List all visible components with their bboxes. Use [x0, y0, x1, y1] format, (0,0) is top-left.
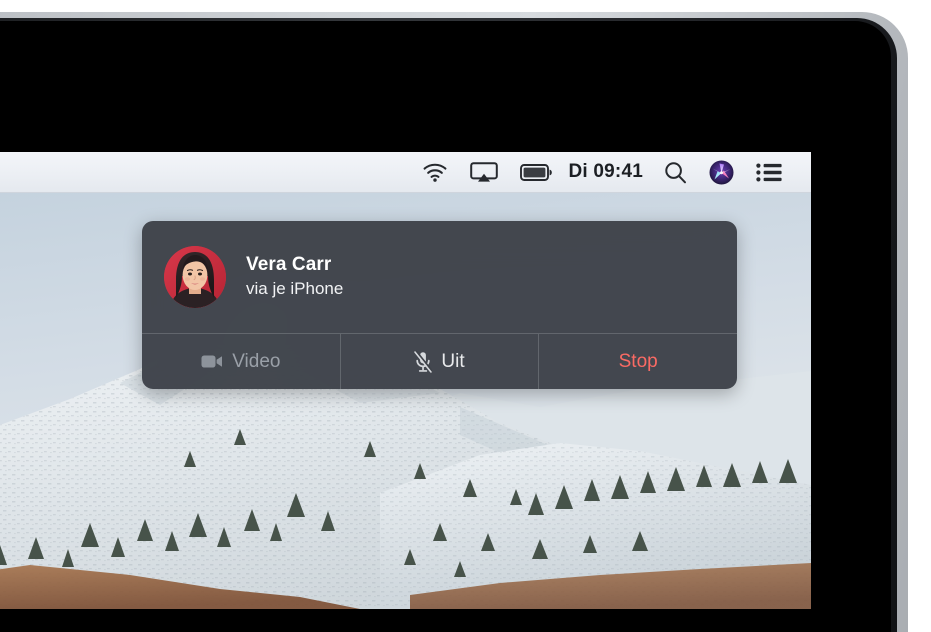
laptop-shell: Di 09:41 Vera Carr via je iPhone Video U…	[0, 0, 931, 632]
notification-center-icon[interactable]	[745, 152, 793, 193]
avatar	[164, 246, 226, 308]
microphone-muted-icon	[414, 350, 433, 373]
display-screen: Di 09:41 Vera Carr via je iPhone Video U…	[0, 152, 811, 609]
call-notification[interactable]: Vera Carr via je iPhone Video Uit Stop	[142, 221, 737, 389]
notification-header: Vera Carr via je iPhone	[142, 221, 737, 333]
mute-button[interactable]: Uit	[339, 334, 539, 389]
airplay-icon[interactable]	[459, 152, 509, 193]
video-camera-icon	[201, 354, 223, 369]
search-icon[interactable]	[653, 152, 698, 193]
mute-button-label: Uit	[441, 350, 465, 372]
notification-text: Vera Carr via je iPhone	[246, 253, 343, 302]
menu-bar: Di 09:41	[0, 152, 811, 193]
stop-button[interactable]: Stop	[538, 334, 737, 389]
caller-source: via je iPhone	[246, 279, 344, 299]
siri-icon[interactable]	[698, 152, 745, 193]
menu-bar-clock[interactable]: Di 09:41	[563, 152, 653, 193]
display-bezel: Di 09:41 Vera Carr via je iPhone Video U…	[0, 21, 891, 632]
notification-actions: Video Uit Stop	[142, 333, 737, 389]
video-button-label: Video	[232, 350, 281, 372]
caller-name: Vera Carr	[246, 253, 332, 275]
wifi-icon[interactable]	[411, 152, 459, 193]
battery-icon[interactable]	[509, 152, 563, 193]
stop-button-label: Stop	[618, 350, 658, 372]
video-button[interactable]: Video	[142, 334, 340, 389]
